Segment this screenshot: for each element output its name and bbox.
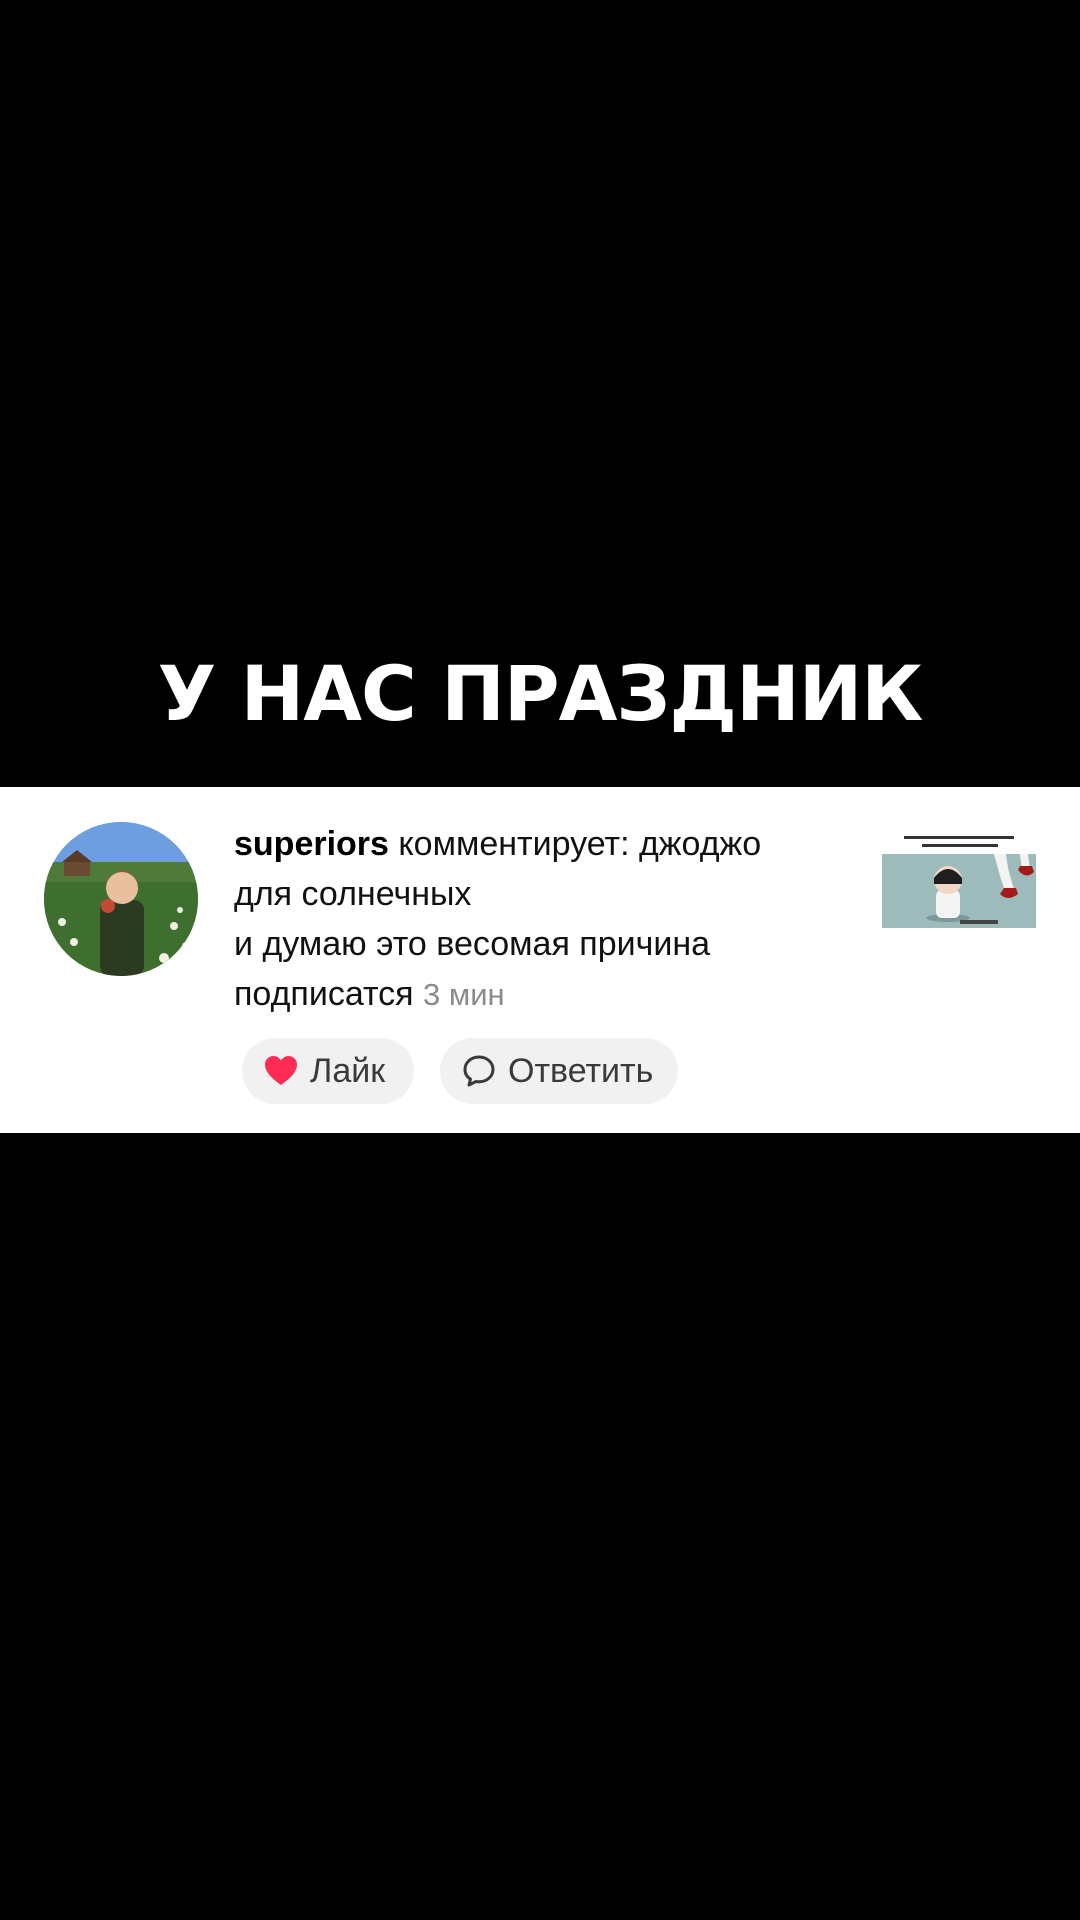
reply-label: Ответить — [508, 1051, 654, 1090]
like-label: Лайк — [310, 1051, 386, 1090]
avatar-image — [44, 822, 198, 976]
thumbnail-scene — [882, 854, 1036, 928]
reply-button[interactable]: Ответить — [440, 1038, 678, 1104]
comment-line-1: джоджо — [638, 825, 762, 863]
speech-bubble-icon — [462, 1054, 496, 1088]
comment-sticker[interactable]: superiors комментирует: джоджо для солне… — [0, 787, 1080, 1133]
comment-timestamp: 3 мин — [423, 977, 505, 1012]
comment-line-3: и думаю это весомая причина — [234, 925, 710, 963]
like-button[interactable]: Лайк — [242, 1038, 414, 1104]
comment-action: комментирует: — [388, 825, 639, 863]
comment-line-4: подписатся — [234, 975, 414, 1013]
comment-text: superiors комментирует: джоджо для солне… — [234, 819, 854, 1020]
video-screen[interactable]: У НАС ПРАЗДНИК superiors комментирует: д… — [0, 0, 1080, 1920]
video-thumbnail[interactable] — [882, 832, 1036, 928]
video-caption: У НАС ПРАЗДНИК — [157, 649, 924, 738]
avatar[interactable] — [44, 822, 198, 976]
heart-icon — [264, 1055, 298, 1087]
comment-line-2: для солнечных — [234, 875, 472, 913]
comment-username[interactable]: superiors — [234, 825, 389, 863]
thumbnail-caption — [882, 832, 1036, 854]
